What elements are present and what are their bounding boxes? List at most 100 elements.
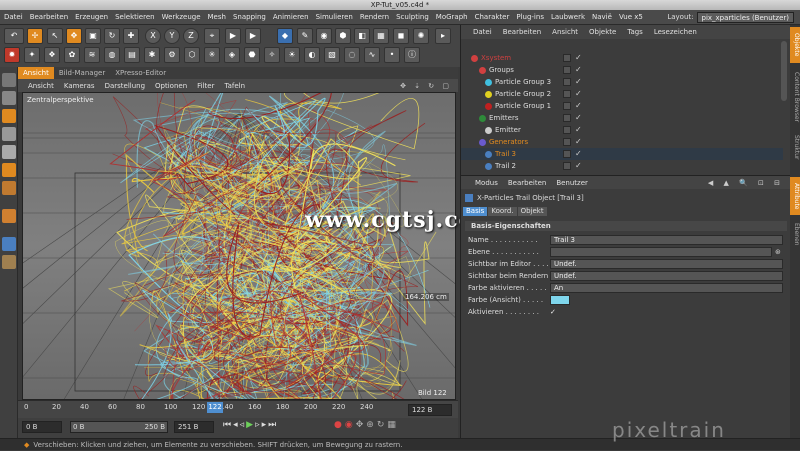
xp-modifier-icon[interactable]: ✿ — [64, 47, 80, 63]
toolbar-more-icon[interactable]: ▸ — [435, 28, 451, 44]
tab-bild-manager[interactable]: Bild-Manager — [54, 67, 110, 79]
viewport-menu-tafeln[interactable]: Tafeln — [224, 82, 245, 90]
enabled-check-icon[interactable]: ✓ — [575, 52, 582, 64]
snap-icon[interactable] — [2, 255, 16, 269]
tab-struktur[interactable]: Struktur — [790, 131, 800, 163]
layer-field[interactable] — [550, 247, 772, 257]
display-color-swatch[interactable] — [550, 295, 570, 305]
timeline-ruler[interactable]: 0 20 40 60 80 100 120 140 160 180 200 22… — [18, 400, 458, 418]
xp-cloth-icon[interactable]: ▧ — [324, 47, 340, 63]
3d-viewport[interactable]: Zentralperspektive 164.206 cm Bild 122 — [22, 92, 456, 400]
tab-objekt[interactable]: Objekt — [517, 207, 547, 216]
live-selection-icon[interactable]: ↖ — [47, 28, 63, 44]
menu-erzeugen[interactable]: Erzeugen — [75, 13, 108, 21]
menu-vue[interactable]: Vue x5 — [619, 13, 643, 21]
tree-row[interactable]: Particle Group 3 ✓ — [461, 76, 783, 88]
undo-icon[interactable]: ↶ — [4, 28, 24, 44]
deformer-icon[interactable]: ◧ — [354, 28, 370, 44]
move-icon[interactable]: ✥ — [66, 28, 82, 44]
enabled-check-icon[interactable]: ✓ — [575, 136, 582, 148]
render-picture-icon[interactable]: ▶ — [245, 28, 261, 44]
xp-cache-icon[interactable]: ▤ — [124, 47, 140, 63]
enabled-check-icon[interactable]: ✓ — [575, 148, 582, 160]
tree-row[interactable]: Generators ✓ — [461, 136, 783, 148]
tree-row[interactable]: Xsystem ✓ — [461, 52, 783, 64]
menu-mesh[interactable]: Mesh — [208, 13, 226, 21]
menu-mograph[interactable]: MoGraph — [436, 13, 468, 21]
xp-trail-icon[interactable]: ≋ — [84, 47, 100, 63]
xp-emitter-icon[interactable]: ✦ — [24, 47, 40, 63]
attr-menu-benutzer[interactable]: Benutzer — [556, 179, 588, 187]
xp-group-icon[interactable]: ⬡ — [184, 47, 200, 63]
rotate-icon[interactable]: ↻ — [104, 28, 120, 44]
attr-menu-modus[interactable]: Modus — [475, 179, 498, 187]
visibility-toggle[interactable] — [563, 102, 571, 110]
range-slider[interactable]: 0 B 250 B — [70, 421, 168, 433]
axis-y-button[interactable]: Y — [164, 28, 180, 44]
visibility-toggle[interactable] — [563, 114, 571, 122]
color-enable-select[interactable]: An — [550, 283, 783, 293]
axis-x-button[interactable]: X — [145, 28, 161, 44]
go-start-icon[interactable]: ⏮ — [223, 420, 233, 430]
tab-ansicht[interactable]: Ansicht — [18, 67, 54, 79]
attr-nav-icons[interactable]: ◀ ▲ 🔍 ⊡ ⊟ — [708, 179, 784, 187]
obj-menu-objekte[interactable]: Objekte — [589, 28, 616, 36]
enabled-check-icon[interactable]: ✓ — [575, 100, 582, 112]
enabled-check-icon[interactable]: ✓ — [575, 112, 582, 124]
obj-menu-lesezeichen[interactable]: Lesezeichen — [654, 28, 697, 36]
layout-select[interactable]: pix_xparticles (Benutzer) — [696, 11, 794, 23]
xp-fluid-icon[interactable]: ◌ — [344, 47, 360, 63]
render-view-icon[interactable]: ▶ — [225, 28, 241, 44]
obj-menu-bearbeiten[interactable]: Bearbeiten — [503, 28, 541, 36]
tree-row[interactable]: Groups ✓ — [461, 64, 783, 76]
xp-geometry-icon[interactable]: ⬣ — [244, 47, 260, 63]
points-mode-icon[interactable] — [2, 163, 16, 177]
visibility-toggle[interactable] — [563, 138, 571, 146]
tree-row-selected[interactable]: Trail 3 ✓ — [461, 148, 783, 160]
key-param-icon[interactable]: ▦ — [387, 420, 399, 430]
soft-selection-icon[interactable] — [2, 237, 16, 251]
viewport-menu-kameras[interactable]: Kameras — [64, 82, 95, 90]
texture-mode-icon[interactable] — [2, 127, 16, 141]
menu-navie[interactable]: Navië — [592, 13, 612, 21]
enable-checkbox[interactable]: ✓ — [550, 307, 556, 317]
xp-action-icon[interactable]: ⚙ — [164, 47, 180, 63]
xp-light-icon[interactable]: ☀ — [284, 47, 300, 63]
menu-bearbeiten[interactable]: Bearbeiten — [30, 13, 68, 21]
xp-spline-icon[interactable]: ∿ — [364, 47, 380, 63]
axis-z-button[interactable]: Z — [183, 28, 199, 44]
xp-fog-icon[interactable]: ◐ — [304, 47, 320, 63]
obj-menu-tags[interactable]: Tags — [627, 28, 643, 36]
visible-render-select[interactable]: Undef. — [550, 271, 783, 281]
menu-selektieren[interactable]: Selektieren — [115, 13, 155, 21]
xp-sprite-icon[interactable]: ✧ — [264, 47, 280, 63]
visibility-toggle[interactable] — [563, 78, 571, 86]
visibility-toggle[interactable] — [563, 66, 571, 74]
model-mode-icon[interactable] — [2, 91, 16, 105]
viewport-nav-icons[interactable]: ✥ ⇣ ↻ ▢ — [400, 82, 452, 90]
light-icon[interactable]: ✺ — [413, 28, 429, 44]
visibility-toggle[interactable] — [563, 54, 571, 62]
menu-laubwerk[interactable]: Laubwerk — [551, 13, 585, 21]
visibility-toggle[interactable] — [563, 150, 571, 158]
viewport-menu-ansicht[interactable]: Ansicht — [28, 82, 54, 90]
tab-content-browser[interactable]: Content Browser — [790, 67, 800, 127]
tab-objekte[interactable]: Objekte — [790, 27, 800, 63]
xp-system-icon[interactable]: ✹ — [4, 47, 20, 63]
viewport-menu-optionen[interactable]: Optionen — [155, 82, 187, 90]
subdivision-icon[interactable]: ◉ — [316, 28, 332, 44]
attr-menu-bearbeiten[interactable]: Bearbeiten — [508, 179, 546, 187]
tab-attribute[interactable]: Attribute — [790, 177, 800, 215]
tab-basis[interactable]: Basis — [463, 207, 488, 216]
camera-icon[interactable]: ◼ — [393, 28, 409, 44]
edges-mode-icon[interactable] — [2, 181, 16, 195]
key-rot-icon[interactable]: ↻ — [377, 420, 388, 430]
xp-constraint-icon[interactable]: ✳ — [204, 47, 220, 63]
xp-skinner-icon[interactable]: ◍ — [104, 47, 120, 63]
polygons-mode-icon[interactable] — [2, 209, 16, 223]
enabled-check-icon[interactable]: ✓ — [575, 124, 582, 136]
go-end-icon[interactable]: ⏭ — [268, 420, 278, 430]
move-object-icon[interactable]: ✢ — [27, 28, 43, 44]
visible-editor-select[interactable]: Undef. — [550, 259, 783, 269]
tab-xpresso-editor[interactable]: XPresso-Editor — [110, 67, 171, 79]
